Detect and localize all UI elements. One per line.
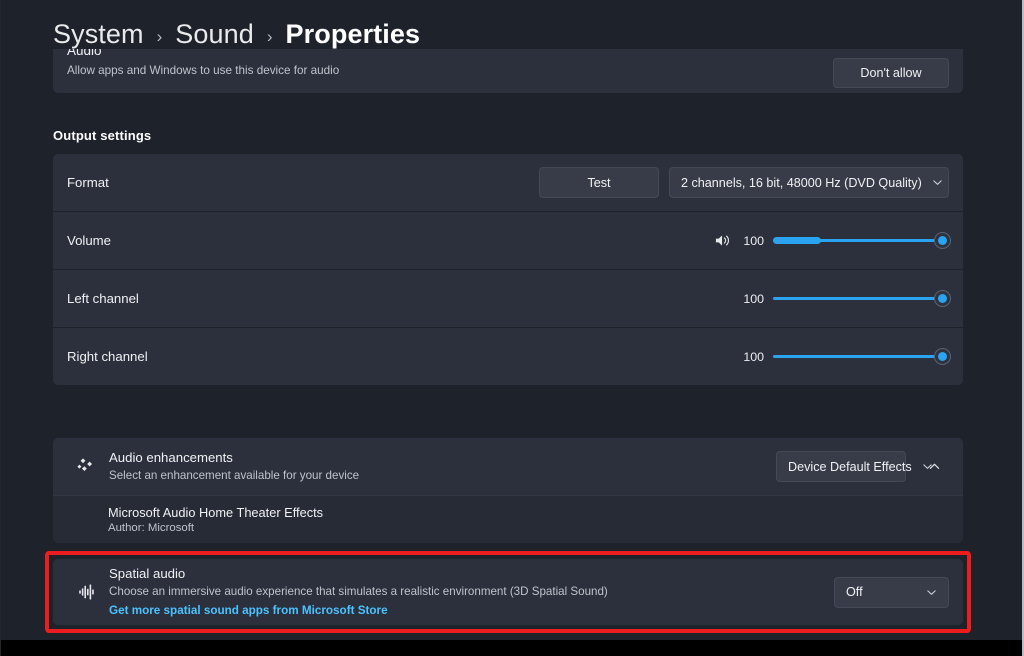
output-settings-label: Output settings: [53, 128, 152, 143]
audio-enhancements-card: Audio enhancements Select an enhancement…: [53, 438, 963, 543]
spatial-audio-controls: Off: [834, 576, 949, 608]
left-channel-slider-thumb[interactable]: [934, 290, 951, 307]
left-channel-controls: 100: [740, 290, 951, 308]
left-channel-row: Left channel 100: [53, 270, 963, 327]
format-label: Format: [67, 175, 109, 190]
audio-permission-texts: Audio Allow apps and Windows to use this…: [67, 49, 949, 80]
spatial-audio-subtitle: Choose an immersive audio experience tha…: [109, 585, 608, 598]
volume-value: 100: [743, 233, 764, 248]
right-channel-slider-track: [773, 355, 949, 358]
enhancement-list-item[interactable]: Microsoft Audio Home Theater Effects Aut…: [53, 495, 963, 543]
audio-enhancements-subtitle: Select an enhancement available for your…: [109, 469, 360, 482]
audio-permission-subtitle: Allow apps and Windows to use this devic…: [67, 64, 340, 77]
audio-permission-card: Audio Allow apps and Windows to use this…: [53, 49, 963, 93]
spatial-audio-title: Spatial audio: [109, 566, 186, 581]
right-channel-slider[interactable]: [773, 348, 951, 366]
settings-window: System › Sound › Properties Audio Allow …: [0, 0, 1024, 656]
audio-enhancements-dropdown[interactable]: Device Default Effects: [776, 451, 932, 482]
spatial-audio-card: Spatial audio Choose an immersive audio …: [53, 559, 963, 625]
settings-scroll-area[interactable]: Audio Allow apps and Windows to use this…: [1, 49, 1022, 656]
dont-allow-button[interactable]: Don't allow: [833, 58, 949, 88]
volume-slider-fill: [773, 237, 821, 244]
format-dropdown-value: 2 channels, 16 bit, 48000 Hz (DVD Qualit…: [681, 175, 922, 190]
breadcrumb-separator: ›: [266, 26, 273, 46]
enhancement-item-author: Author: Microsoft: [108, 521, 195, 534]
audio-enhancements-title: Audio enhancements: [109, 450, 233, 465]
test-button[interactable]: Test: [539, 167, 659, 198]
right-channel-slider-group: 100: [740, 348, 951, 366]
volume-slider-thumb[interactable]: [934, 232, 951, 249]
bottom-strip: [1, 640, 1022, 656]
breadcrumb-item-system[interactable]: System: [53, 19, 144, 50]
left-channel-slider[interactable]: [773, 290, 951, 308]
right-channel-label: Right channel: [67, 349, 148, 364]
left-channel-slider-group: 100: [740, 290, 951, 308]
spatial-audio-icon: [67, 580, 107, 604]
right-channel-slider-thumb[interactable]: [934, 348, 951, 365]
left-channel-slider-track: [773, 297, 949, 300]
volume-label: Volume: [67, 233, 111, 248]
spatial-audio-dropdown[interactable]: Off: [834, 576, 949, 608]
left-channel-value: 100: [743, 291, 764, 306]
audio-enhancements-dropdown-value: Device Default Effects: [788, 459, 912, 474]
spatial-audio-dropdown-value: Off: [846, 585, 863, 599]
breadcrumb-separator: ›: [156, 26, 163, 46]
spatial-audio-texts: Spatial audio Choose an immersive audio …: [109, 565, 608, 619]
right-channel-row: Right channel 100: [53, 328, 963, 385]
format-row: Format Test 2 channels, 16 bit, 48000 Hz…: [53, 154, 963, 211]
volume-controls: 100: [714, 232, 951, 250]
spatial-audio-store-link[interactable]: Get more spatial sound apps from Microso…: [109, 602, 388, 619]
right-channel-value: 100: [743, 349, 764, 364]
audio-enhancements-header[interactable]: Audio enhancements Select an enhancement…: [53, 438, 963, 495]
breadcrumb-item-properties: Properties: [285, 18, 421, 49]
collapse-toggle-button[interactable]: [919, 452, 949, 482]
volume-row: Volume 100: [53, 212, 963, 269]
right-channel-controls: 100: [740, 348, 951, 366]
breadcrumb-item-sound[interactable]: Sound: [175, 19, 254, 50]
left-channel-label: Left channel: [67, 291, 139, 306]
format-controls: Test 2 channels, 16 bit, 48000 Hz (DVD Q…: [539, 167, 949, 198]
chevron-down-icon: [932, 177, 943, 188]
audio-permission-title: Audio: [67, 49, 102, 58]
chevron-down-icon: [926, 587, 937, 598]
audio-enhancements-controls: Device Default Effects: [776, 451, 949, 482]
audio-enhancements-icon: [67, 455, 107, 479]
volume-slider-group: 100: [714, 232, 951, 250]
audio-enhancements-texts: Audio enhancements Select an enhancement…: [109, 449, 359, 484]
speaker-icon[interactable]: [714, 233, 731, 248]
format-dropdown[interactable]: 2 channels, 16 bit, 48000 Hz (DVD Qualit…: [669, 167, 949, 198]
volume-slider[interactable]: [773, 232, 951, 250]
chevron-up-icon: [929, 463, 939, 469]
enhancement-item-title: Microsoft Audio Home Theater Effects: [108, 504, 324, 520]
